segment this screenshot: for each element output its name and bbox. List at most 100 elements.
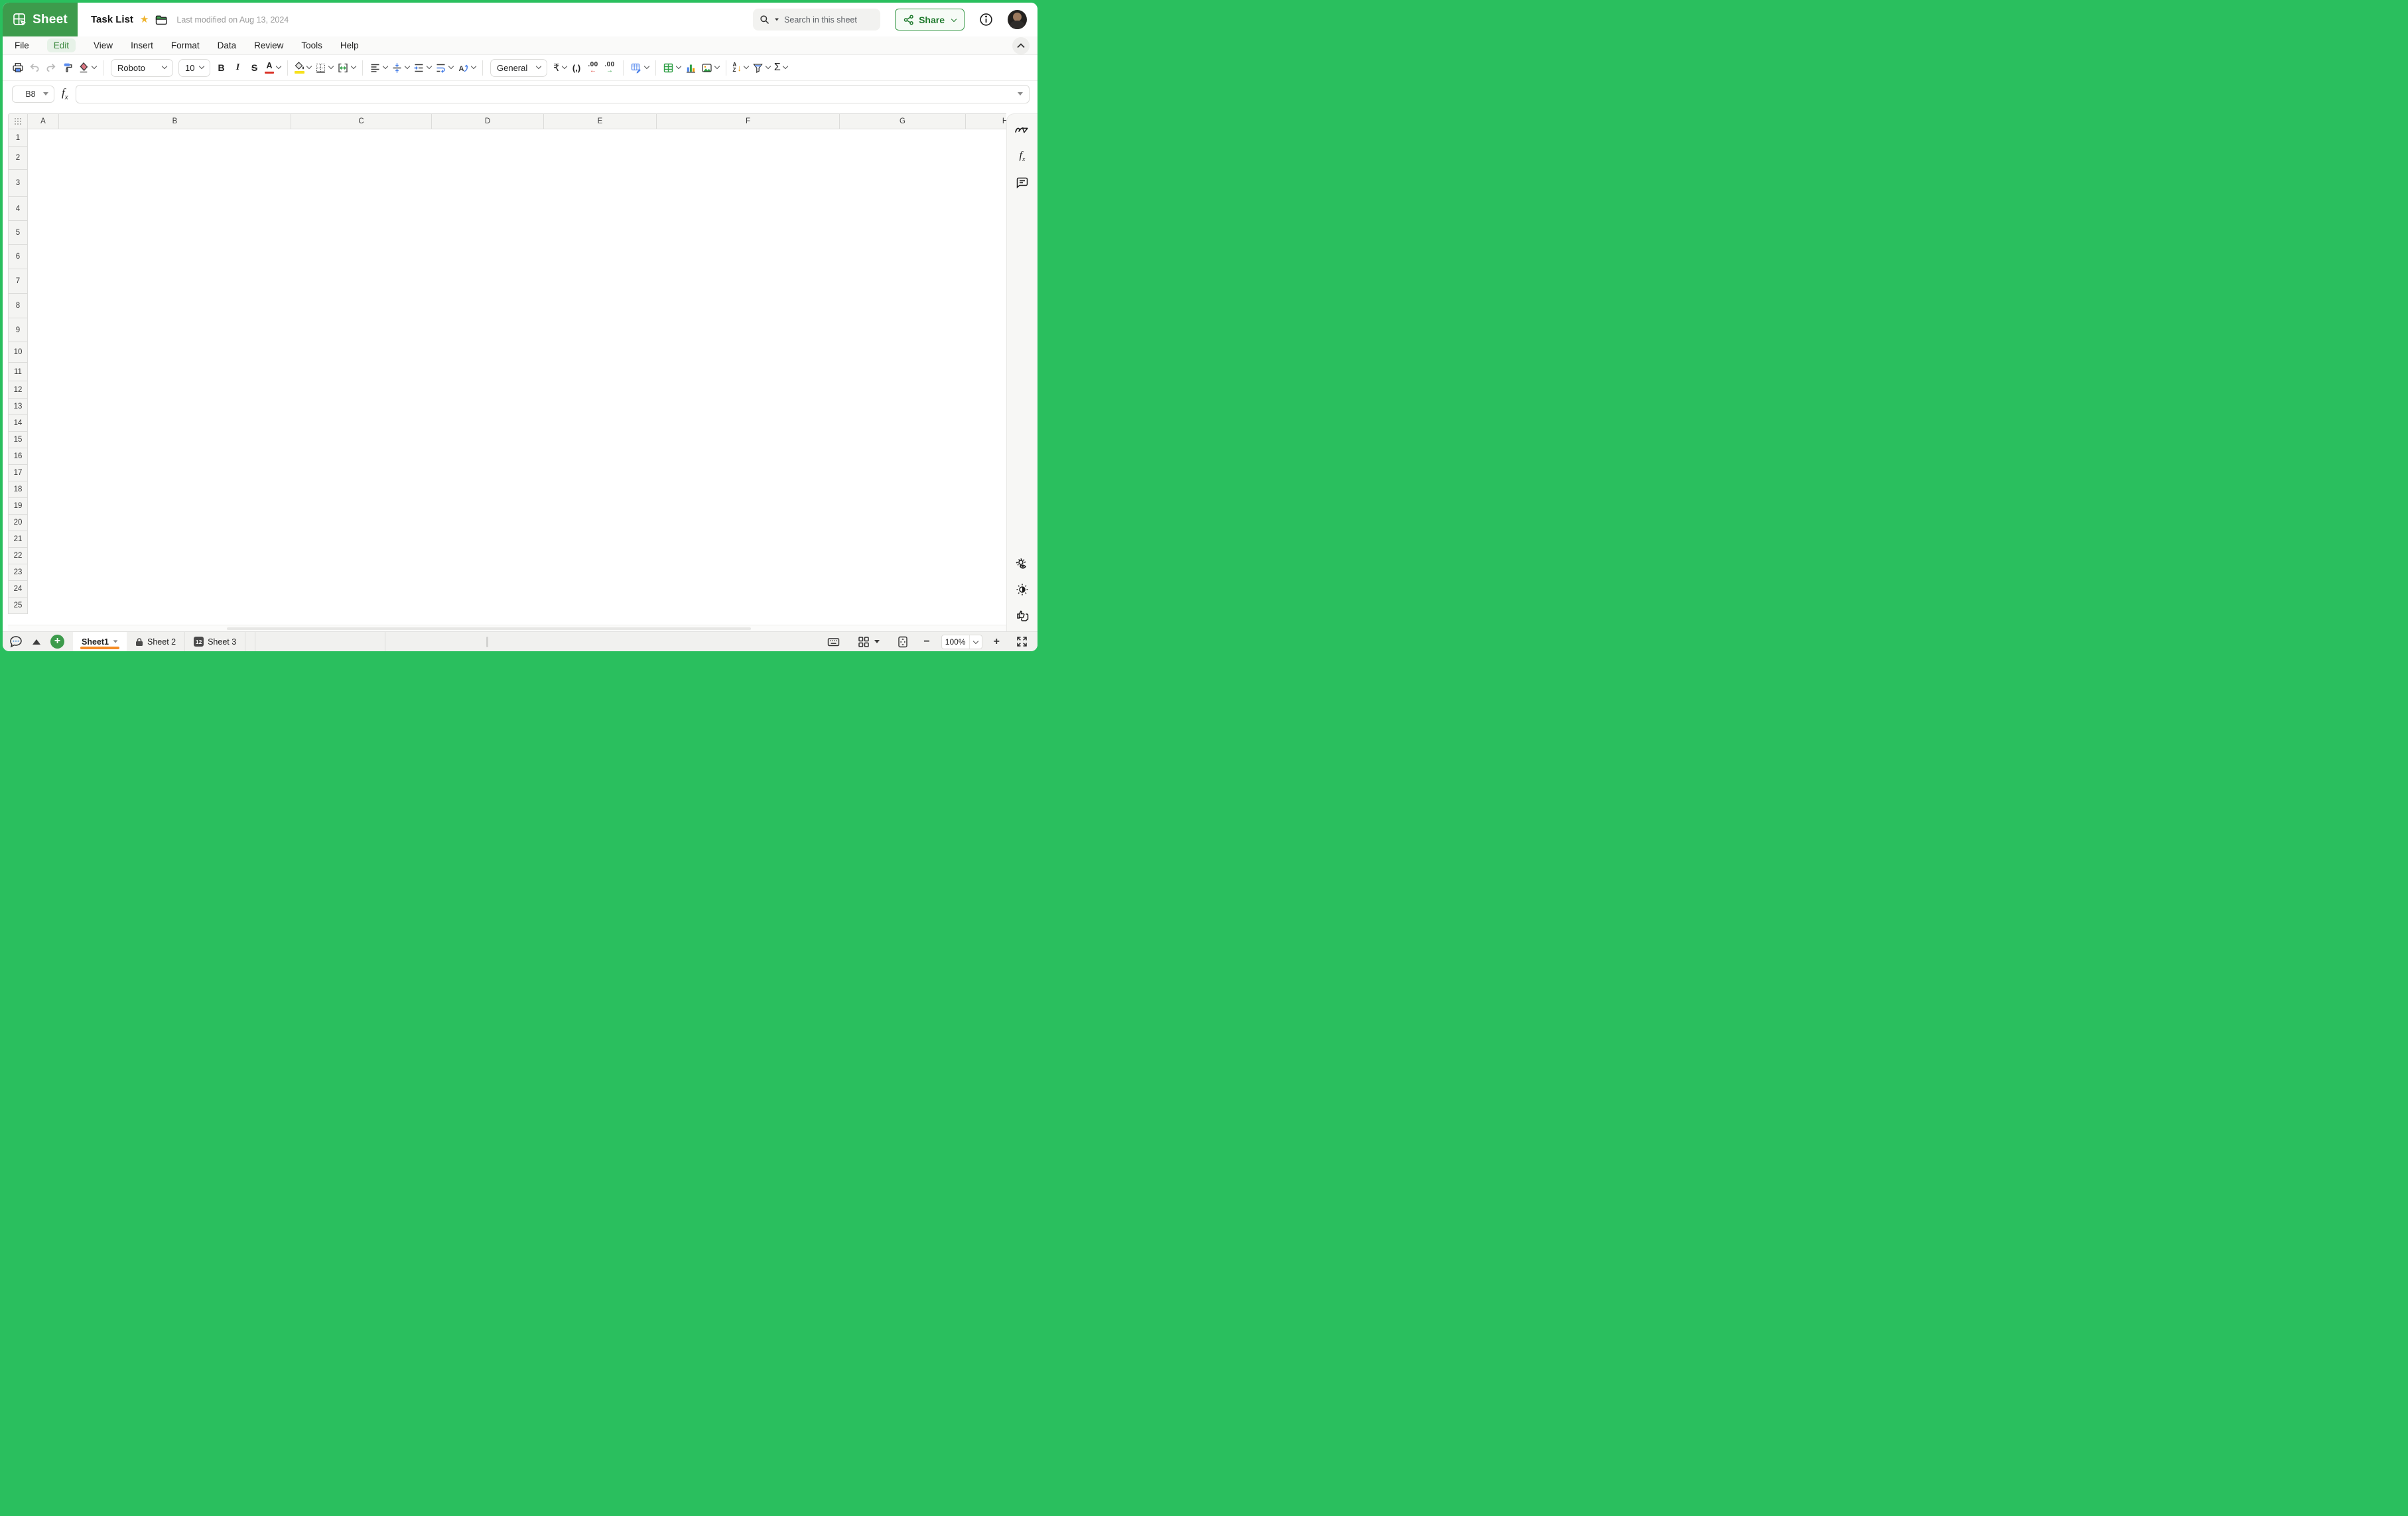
row-header-15[interactable]: 15 bbox=[8, 431, 28, 448]
menu-item-tools[interactable]: Tools bbox=[301, 38, 322, 52]
text-color-button[interactable]: A bbox=[263, 58, 283, 78]
sheet-list-button[interactable] bbox=[33, 639, 40, 645]
row-header-16[interactable]: 16 bbox=[8, 448, 28, 465]
menu-item-view[interactable]: View bbox=[94, 38, 113, 52]
indent-button[interactable] bbox=[411, 58, 433, 78]
row-header-20[interactable]: 20 bbox=[8, 514, 28, 531]
zoom-out-button[interactable]: − bbox=[917, 632, 935, 651]
cell-name-box[interactable]: B8 bbox=[12, 86, 54, 103]
decrease-decimal-button[interactable]: .00← bbox=[585, 58, 602, 78]
row-header-13[interactable]: 13 bbox=[8, 398, 28, 415]
tab-scrollbar-thumb[interactable] bbox=[486, 637, 488, 647]
row-header-7[interactable]: 7 bbox=[8, 269, 28, 294]
navigate-sheet-button[interactable] bbox=[889, 632, 917, 651]
conditional-format-button[interactable] bbox=[628, 58, 651, 78]
comments-panel-icon[interactable] bbox=[1014, 174, 1030, 190]
horizontal-scrollbar[interactable] bbox=[8, 625, 1006, 631]
row-header-21[interactable]: 21 bbox=[8, 531, 28, 548]
row-header-6[interactable]: 6 bbox=[8, 244, 28, 269]
share-button[interactable]: Share bbox=[895, 9, 965, 31]
search-input[interactable] bbox=[784, 15, 864, 25]
undo-button[interactable] bbox=[26, 58, 42, 78]
row-header-18[interactable]: 18 bbox=[8, 481, 28, 498]
column-header-e[interactable]: E bbox=[543, 113, 657, 129]
horizontal-align-button[interactable] bbox=[368, 58, 389, 78]
insert-chart-button[interactable] bbox=[683, 58, 699, 78]
row-header-24[interactable]: 24 bbox=[8, 580, 28, 598]
document-title[interactable]: Task List bbox=[91, 14, 133, 25]
insert-table-button[interactable] bbox=[661, 58, 683, 78]
zoom-in-button[interactable]: + bbox=[988, 632, 1006, 651]
currency-format-button[interactable]: ₹ bbox=[551, 58, 569, 78]
fill-color-button[interactable] bbox=[293, 58, 313, 78]
sum-functions-button[interactable]: Σ bbox=[772, 58, 789, 78]
menu-item-data[interactable]: Data bbox=[218, 38, 237, 52]
column-header-c[interactable]: C bbox=[291, 113, 432, 129]
text-rotation-button[interactable]: A bbox=[455, 58, 478, 78]
font-size-select[interactable]: 10 bbox=[178, 59, 210, 77]
row-header-2[interactable]: 2 bbox=[8, 146, 28, 170]
merge-cells-button[interactable] bbox=[335, 58, 358, 78]
redo-button[interactable] bbox=[42, 58, 59, 78]
menu-item-edit[interactable]: Edit bbox=[47, 38, 76, 52]
row-header-25[interactable]: 25 bbox=[8, 597, 28, 614]
font-family-select[interactable]: Roboto bbox=[111, 59, 173, 77]
row-header-12[interactable]: 12 bbox=[8, 381, 28, 399]
vertical-align-button[interactable] bbox=[389, 58, 411, 78]
comma-style-button[interactable]: (,) bbox=[569, 58, 585, 78]
row-header-10[interactable]: 10 bbox=[8, 342, 28, 363]
sort-button[interactable]: AZ↓ bbox=[731, 58, 750, 78]
functions-panel-icon[interactable]: fx bbox=[1014, 149, 1030, 164]
view-settings-icon[interactable] bbox=[1014, 556, 1030, 572]
menu-item-insert[interactable]: Insert bbox=[131, 38, 153, 52]
folder-icon[interactable] bbox=[155, 15, 167, 25]
row-header-17[interactable]: 17 bbox=[8, 464, 28, 481]
info-button[interactable] bbox=[979, 13, 993, 27]
favorite-star-icon[interactable]: ★ bbox=[140, 15, 149, 25]
fullscreen-button[interactable] bbox=[1006, 632, 1037, 651]
strikethrough-button[interactable]: S bbox=[246, 58, 263, 78]
row-header-3[interactable]: 3 bbox=[8, 169, 28, 197]
column-header-a[interactable]: A bbox=[27, 113, 59, 129]
row-header-1[interactable]: 1 bbox=[8, 129, 28, 147]
column-header-b[interactable]: B bbox=[58, 113, 291, 129]
column-header-d[interactable]: D bbox=[431, 113, 544, 129]
select-all-corner[interactable] bbox=[8, 113, 28, 129]
row-header-4[interactable]: 4 bbox=[8, 196, 28, 221]
clear-format-eraser-button[interactable] bbox=[76, 58, 98, 78]
horizontal-scrollbar-thumb[interactable] bbox=[227, 627, 751, 630]
italic-button[interactable]: I bbox=[230, 58, 246, 78]
sheet-tab-sheet-2[interactable]: Sheet 2 bbox=[127, 632, 185, 651]
column-header-g[interactable]: G bbox=[839, 113, 966, 129]
filter-button[interactable] bbox=[750, 58, 772, 78]
row-header-11[interactable]: 11 bbox=[8, 362, 28, 381]
menu-item-format[interactable]: Format bbox=[171, 38, 200, 52]
feedback-icon[interactable] bbox=[1014, 607, 1030, 623]
formula-expand-icon[interactable] bbox=[1018, 92, 1023, 95]
row-header-14[interactable]: 14 bbox=[8, 414, 28, 432]
format-painter-button[interactable] bbox=[59, 58, 76, 78]
appearance-theme-icon[interactable] bbox=[1014, 582, 1030, 598]
sheet-tab-sheet-3[interactable]: 12Sheet 3 bbox=[185, 632, 245, 651]
zoom-level-select[interactable]: 100% bbox=[941, 635, 982, 649]
text-wrap-button[interactable] bbox=[433, 58, 455, 78]
increase-decimal-button[interactable]: .00→ bbox=[602, 58, 618, 78]
menu-item-review[interactable]: Review bbox=[254, 38, 283, 52]
row-header-5[interactable]: 5 bbox=[8, 220, 28, 245]
menu-item-file[interactable]: File bbox=[15, 38, 29, 52]
cells-canvas[interactable] bbox=[28, 129, 1006, 625]
chat-comments-icon[interactable] bbox=[9, 635, 23, 648]
insert-image-button[interactable] bbox=[699, 58, 721, 78]
virtual-keyboard-button[interactable] bbox=[819, 632, 848, 651]
number-format-select[interactable]: General bbox=[490, 59, 547, 77]
row-header-19[interactable]: 19 bbox=[8, 497, 28, 515]
row-header-22[interactable]: 22 bbox=[8, 547, 28, 564]
sheet-search[interactable] bbox=[753, 9, 880, 31]
freeze-panes-button[interactable] bbox=[849, 632, 888, 651]
print-button[interactable] bbox=[9, 58, 26, 78]
column-header-h[interactable]: H bbox=[965, 113, 1006, 129]
borders-button[interactable] bbox=[313, 58, 335, 78]
row-header-9[interactable]: 9 bbox=[8, 318, 28, 342]
add-sheet-button[interactable]: + bbox=[50, 635, 64, 649]
column-header-f[interactable]: F bbox=[656, 113, 840, 129]
